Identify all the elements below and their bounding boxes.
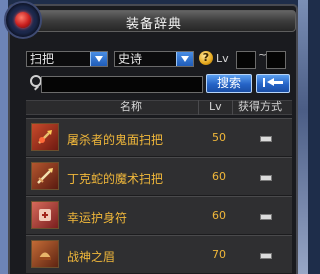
level-max-input[interactable] (266, 51, 286, 69)
rarity-select-value: 史诗 (118, 52, 143, 66)
chevron-down-icon[interactable] (176, 52, 193, 66)
broom-icon (31, 162, 59, 190)
item-level: 60 (212, 209, 226, 222)
header-name: 名称 (120, 100, 142, 113)
acquisition-indicator (260, 214, 272, 220)
acquisition-indicator (260, 136, 272, 142)
search-button[interactable]: 搜索 (206, 74, 252, 93)
back-button[interactable] (256, 74, 290, 93)
help-icon[interactable]: ? (199, 51, 213, 65)
item-name: 屠杀者的鬼面扫把 (67, 133, 164, 147)
header-acquisition: 获得方式 (238, 100, 282, 113)
level-min-input[interactable] (236, 51, 256, 69)
chevron-down-icon[interactable] (90, 52, 107, 66)
category-select[interactable]: 扫把 (26, 51, 108, 67)
category-select-value: 扫把 (30, 52, 55, 66)
table-row[interactable]: 丁克蛇的魔术扫把 60 (26, 157, 292, 196)
item-level: 60 (212, 170, 226, 183)
table-row[interactable]: 幸运护身符 60 (26, 196, 292, 235)
level-label: Lv (216, 52, 229, 65)
background-left (0, 0, 8, 274)
item-list: 屠杀者的鬼面扫把 50 丁克蛇的魔术扫把 60 幸运护身符 60 战神之眉 70 (26, 118, 292, 274)
background-right (298, 0, 308, 274)
amulet-icon (31, 201, 59, 229)
rarity-select[interactable]: 史诗 (114, 51, 194, 67)
header-level: Lv (209, 100, 222, 113)
header-divider (198, 100, 199, 115)
broom-icon (31, 123, 59, 151)
item-name: 战神之眉 (67, 250, 116, 264)
window-title: 装备辞典 (125, 17, 182, 32)
search-input[interactable] (41, 76, 203, 93)
item-name: 幸运护身符 (67, 211, 128, 225)
item-level: 50 (212, 131, 226, 144)
table-row[interactable]: 战神之眉 70 (26, 235, 292, 274)
item-level: 70 (212, 248, 226, 261)
table-row[interactable]: 屠杀者的鬼面扫把 50 (26, 118, 292, 157)
helmet-icon (31, 240, 59, 268)
item-name: 丁克蛇的魔术扫把 (67, 172, 164, 186)
app-logo-icon (4, 1, 42, 39)
header-divider (232, 100, 233, 115)
acquisition-indicator (260, 175, 272, 181)
acquisition-indicator (260, 253, 272, 259)
